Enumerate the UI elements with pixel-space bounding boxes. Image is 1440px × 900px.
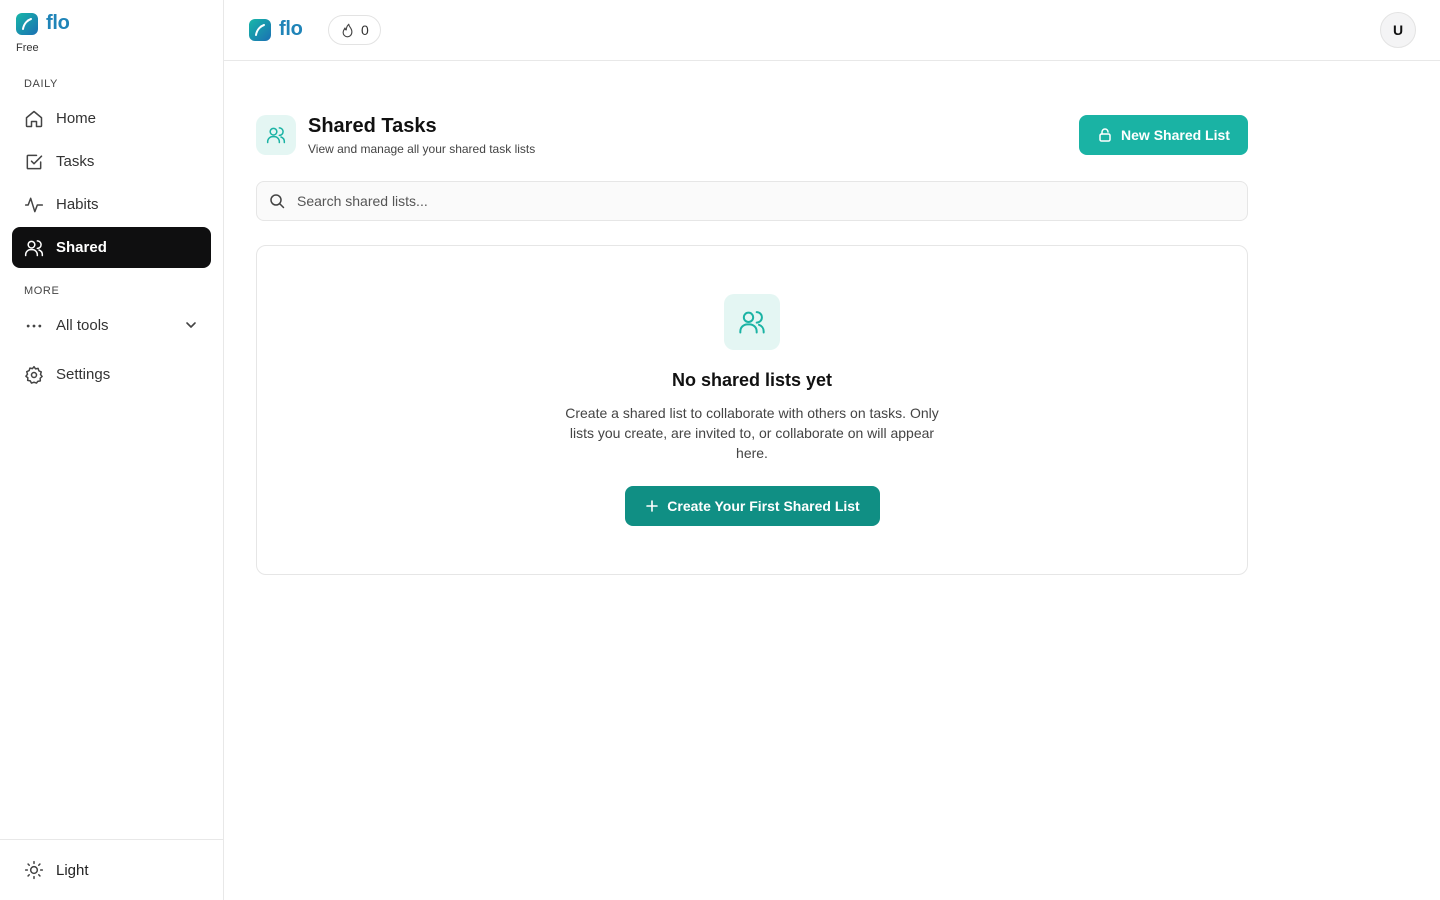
sidebar-item-all-tools[interactable]: All tools bbox=[12, 305, 211, 346]
gear-icon bbox=[25, 365, 43, 384]
users-icon bbox=[724, 294, 780, 350]
new-shared-list-label: New Shared List bbox=[1121, 127, 1230, 143]
brand-name: flo bbox=[46, 12, 70, 34]
top-bar: flo 0 U bbox=[224, 0, 1440, 61]
sidebar-item-habits[interactable]: Habits bbox=[12, 184, 211, 225]
streak-count: 0 bbox=[361, 22, 369, 38]
new-shared-list-button[interactable]: New Shared List bbox=[1079, 115, 1248, 155]
sidebar-item-label: Settings bbox=[56, 366, 111, 383]
sidebar-item-shared[interactable]: Shared bbox=[12, 227, 211, 268]
flo-logo-icon bbox=[249, 18, 271, 41]
sidebar-item-label: Shared bbox=[56, 239, 107, 256]
avatar[interactable]: U bbox=[1380, 12, 1416, 48]
activity-icon bbox=[24, 197, 44, 212]
flame-icon bbox=[342, 23, 353, 37]
search-icon bbox=[270, 194, 285, 209]
streak-badge[interactable]: 0 bbox=[328, 15, 381, 45]
sidebar-brand[interactable]: flo bbox=[16, 12, 70, 35]
sidebar-item-label: Home bbox=[56, 110, 97, 127]
search-bar bbox=[256, 181, 1248, 221]
chevron-down-icon[interactable] bbox=[183, 317, 199, 333]
sidebar-item-home[interactable]: Home bbox=[12, 98, 211, 139]
lock-icon bbox=[1099, 128, 1111, 142]
theme-toggle-label: Light bbox=[56, 861, 89, 879]
plan-badge: Free bbox=[16, 42, 39, 54]
plus-icon bbox=[646, 500, 659, 512]
create-first-shared-list-button[interactable]: Create Your First Shared List bbox=[625, 486, 880, 526]
home-icon bbox=[25, 110, 43, 127]
page-title: Shared Tasks bbox=[308, 115, 437, 137]
checkbox-icon bbox=[26, 154, 43, 169]
theme-toggle-button[interactable]: Light bbox=[24, 860, 89, 880]
empty-state-description: Create a shared list to collaborate with… bbox=[565, 405, 939, 461]
create-first-shared-list-label: Create Your First Shared List bbox=[667, 498, 860, 514]
sidebar: flo Free DAILY Home Tasks Habits Shared … bbox=[0, 0, 224, 900]
sidebar-item-label: All tools bbox=[56, 317, 109, 334]
sidebar-item-settings[interactable]: Settings bbox=[12, 354, 211, 395]
search-input[interactable] bbox=[297, 193, 1197, 209]
topbar-brand[interactable]: flo bbox=[249, 18, 303, 41]
empty-state-title: No shared lists yet bbox=[671, 370, 833, 390]
sidebar-item-tasks[interactable]: Tasks bbox=[12, 141, 211, 182]
sidebar-item-label: Tasks bbox=[56, 153, 95, 170]
section-label-more: MORE bbox=[24, 285, 60, 297]
section-label-daily: DAILY bbox=[24, 78, 58, 90]
brand-name: flo bbox=[279, 18, 303, 40]
users-icon bbox=[256, 115, 296, 155]
flo-logo-icon bbox=[16, 12, 38, 35]
ellipsis-icon bbox=[26, 324, 42, 327]
sidebar-item-label: Habits bbox=[56, 196, 99, 213]
sidebar-footer: Light bbox=[0, 839, 223, 900]
users-icon bbox=[24, 239, 44, 256]
empty-state-card: No shared lists yet Create a shared list… bbox=[256, 245, 1248, 575]
page-subtitle: View and manage all your shared task lis… bbox=[308, 142, 536, 156]
sun-icon bbox=[24, 860, 44, 880]
